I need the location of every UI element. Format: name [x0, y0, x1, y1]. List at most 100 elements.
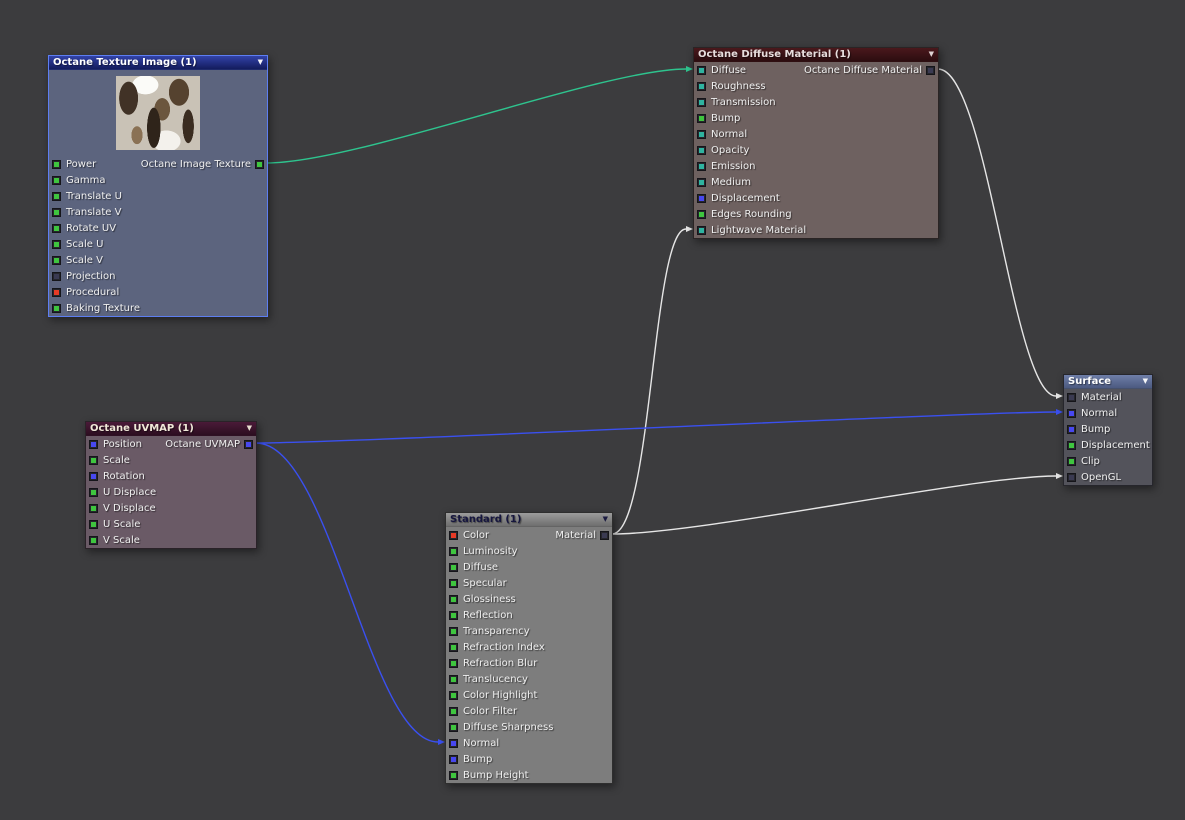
output-connector[interactable]: [255, 159, 264, 169]
input-connector[interactable]: [1067, 440, 1076, 450]
input-connector[interactable]: [697, 161, 706, 171]
connector-color-swatch: [451, 580, 456, 586]
node-row: Power Octane Image Texture: [49, 156, 267, 172]
node-row: Glossiness: [446, 591, 612, 607]
input-connector[interactable]: [52, 191, 61, 201]
input-connector[interactable]: [449, 658, 458, 668]
input-connector[interactable]: [89, 503, 98, 513]
input-connector[interactable]: [52, 159, 61, 169]
connection-wire[interactable]: [937, 68, 1063, 399]
input-connector[interactable]: [697, 65, 706, 75]
input-connector[interactable]: [52, 175, 61, 185]
input-connector[interactable]: [697, 129, 706, 139]
input-connector[interactable]: [449, 722, 458, 732]
input-label: Displacement: [1081, 439, 1150, 451]
input-label: Bump: [463, 753, 493, 765]
output-connector[interactable]: [600, 530, 609, 540]
input-connector[interactable]: [449, 578, 458, 588]
input-connector[interactable]: [697, 209, 706, 219]
node-title-bar[interactable]: Standard (1) ▼: [446, 513, 612, 527]
node-surface[interactable]: Surface ▼ Material Normal Bump Displacement Cl…: [1063, 374, 1153, 486]
input-connector[interactable]: [697, 225, 706, 235]
node-row: Roughness: [694, 78, 938, 94]
input-connector[interactable]: [449, 642, 458, 652]
input-connector[interactable]: [697, 193, 706, 203]
input-connector[interactable]: [1067, 456, 1076, 466]
input-connector[interactable]: [52, 223, 61, 233]
chevron-down-icon[interactable]: ▼: [927, 48, 936, 61]
output-connector[interactable]: [244, 439, 253, 449]
node-octane-texture-image[interactable]: Octane Texture Image (1) ▼ Power Octane Ima…: [48, 55, 268, 317]
connector-color-swatch: [451, 676, 456, 682]
input-connector[interactable]: [449, 706, 458, 716]
node-title-bar[interactable]: Octane UVMAP (1) ▼: [86, 422, 256, 436]
input-connector[interactable]: [697, 113, 706, 123]
node-octane-diffuse-material[interactable]: Octane Diffuse Material (1) ▼ Diffuse Octan…: [693, 47, 939, 239]
chevron-down-icon[interactable]: ▼: [601, 513, 610, 526]
node-row: Color Filter: [446, 703, 612, 719]
input-connector[interactable]: [89, 439, 98, 449]
input-connector[interactable]: [52, 255, 61, 265]
input-connector[interactable]: [89, 519, 98, 529]
node-title-bar[interactable]: Octane Texture Image (1) ▼: [49, 56, 267, 70]
input-connector[interactable]: [449, 594, 458, 604]
input-connector[interactable]: [89, 471, 98, 481]
input-label: Color: [463, 529, 490, 541]
input-connector[interactable]: [52, 287, 61, 297]
input-connector[interactable]: [89, 535, 98, 545]
input-connector[interactable]: [449, 626, 458, 636]
connector-color-swatch: [91, 489, 96, 495]
connection-wire[interactable]: [255, 442, 445, 745]
input-connector[interactable]: [697, 97, 706, 107]
output-connector[interactable]: [926, 65, 935, 75]
input-connector[interactable]: [52, 271, 61, 281]
chevron-down-icon[interactable]: ▼: [1141, 375, 1150, 388]
input-connector[interactable]: [449, 530, 458, 540]
input-connector[interactable]: [1067, 408, 1076, 418]
input-connector[interactable]: [449, 610, 458, 620]
node-octane-uvmap[interactable]: Octane UVMAP (1) ▼ Position Octane UVMAP Sca…: [85, 421, 257, 549]
connector-color-swatch: [54, 177, 59, 183]
input-connector[interactable]: [449, 690, 458, 700]
chevron-down-icon[interactable]: ▼: [245, 422, 254, 435]
node-editor-canvas[interactable]: Octane Texture Image (1) ▼ Power Octane Ima…: [0, 0, 1185, 820]
node-row: Transparency: [446, 623, 612, 639]
connection-wire[interactable]: [255, 409, 1063, 444]
input-connector[interactable]: [697, 177, 706, 187]
input-label: U Scale: [103, 518, 141, 530]
texture-preview: [49, 70, 267, 156]
input-connector[interactable]: [697, 81, 706, 91]
node-title-bar[interactable]: Octane Diffuse Material (1) ▼: [694, 48, 938, 62]
input-label: Scale V: [66, 254, 103, 266]
connector-color-swatch: [1069, 458, 1074, 464]
input-connector[interactable]: [52, 207, 61, 217]
connector-color-swatch: [699, 211, 704, 217]
connection-wire[interactable]: [611, 226, 693, 535]
input-connector[interactable]: [52, 239, 61, 249]
connector-color-swatch: [699, 227, 704, 233]
input-connector[interactable]: [1067, 424, 1076, 434]
texture-thumbnail[interactable]: [116, 76, 200, 150]
input-connector[interactable]: [89, 455, 98, 465]
node-title-bar[interactable]: Surface ▼: [1064, 375, 1152, 389]
connector-color-swatch: [699, 163, 704, 169]
input-connector[interactable]: [449, 770, 458, 780]
chevron-down-icon[interactable]: ▼: [256, 56, 265, 69]
input-connector[interactable]: [1067, 392, 1076, 402]
input-connector[interactable]: [89, 487, 98, 497]
input-connector[interactable]: [449, 738, 458, 748]
input-label: Rotate UV: [66, 222, 117, 234]
input-connector[interactable]: [52, 303, 61, 313]
connection-wire[interactable]: [266, 66, 693, 164]
input-connector[interactable]: [1067, 472, 1076, 482]
connector-color-swatch: [54, 305, 59, 311]
node-standard[interactable]: Standard (1) ▼ Color Material Luminosity Diff…: [445, 512, 613, 784]
node-row: Opacity: [694, 142, 938, 158]
input-connector[interactable]: [449, 674, 458, 684]
input-connector[interactable]: [449, 562, 458, 572]
input-label: Lightwave Material: [711, 224, 807, 236]
input-connector[interactable]: [697, 145, 706, 155]
connection-wire[interactable]: [611, 473, 1063, 535]
input-connector[interactable]: [449, 754, 458, 764]
input-connector[interactable]: [449, 546, 458, 556]
